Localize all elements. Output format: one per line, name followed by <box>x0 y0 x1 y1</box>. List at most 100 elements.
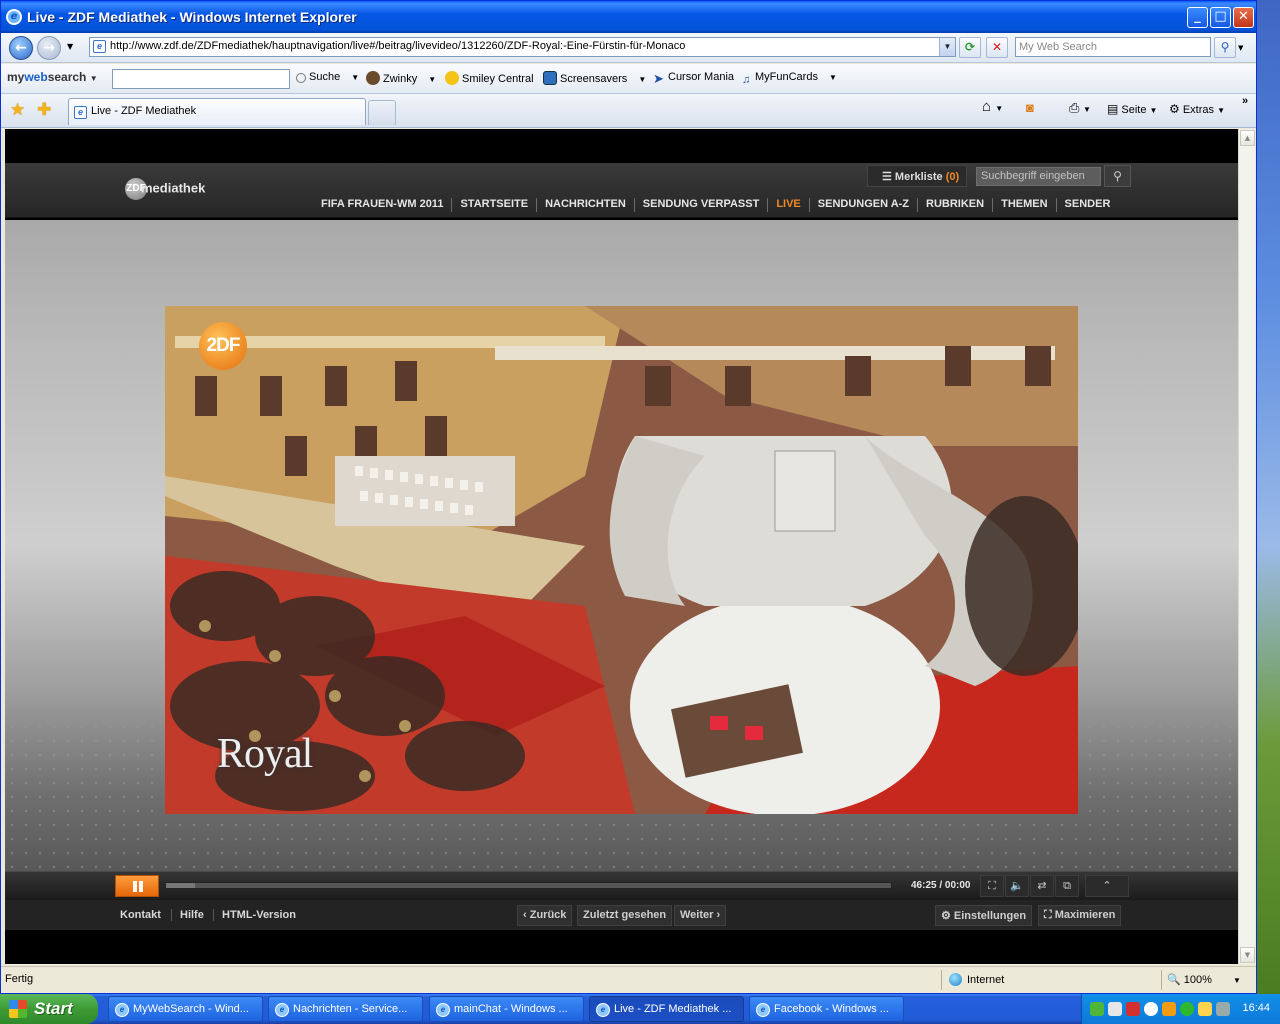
zoom-control[interactable]: 🔍 100% ▼ <box>1167 973 1241 986</box>
popout-icon[interactable]: ⧉ <box>1055 875 1079 897</box>
tray-icon-volume[interactable] <box>1108 1002 1122 1016</box>
tray-icon-network[interactable] <box>1198 1002 1212 1016</box>
clock: 16:44 <box>1242 1002 1270 1014</box>
zone-indicator: Internet <box>949 973 1004 986</box>
zdf-search-input[interactable]: Suchbegriff eingeben <box>976 167 1101 186</box>
refresh-button[interactable]: ⟳ <box>959 37 981 58</box>
taskbar-item[interactable]: e MyWebSearch - Wind... <box>108 996 263 1022</box>
url-dropdown-icon[interactable]: ▼ <box>939 38 955 56</box>
maximize-button[interactable]: □ <box>1210 7 1231 28</box>
minimize-button[interactable]: _ <box>1187 7 1208 28</box>
taskbar-item-label: mainChat - Windows ... <box>454 1003 568 1015</box>
player-controls: 46:25 / 00:00 ⛶ 🔈 ⇄ ⧉ ⌃ <box>5 871 1238 900</box>
web-search-input[interactable]: My Web Search <box>1015 37 1211 57</box>
close-button[interactable]: ✕ <box>1233 7 1254 28</box>
pause-button[interactable] <box>115 875 159 897</box>
smiley-icon <box>445 71 459 85</box>
back-button[interactable]: ← <box>9 36 33 60</box>
system-tray: 16:44 <box>1081 994 1280 1024</box>
title-bar[interactable]: e Live - ZDF Mediathek - Windows Interne… <box>1 1 1256 33</box>
footer-link-hilfe[interactable]: Hilfe <box>171 909 204 921</box>
nav-item-live[interactable]: LIVE <box>767 198 808 212</box>
url-text: http://www.zdf.de/ZDFmediathek/hauptnavi… <box>110 40 686 52</box>
quality-icon[interactable]: ⇄ <box>1030 875 1054 897</box>
scroll-up-icon[interactable]: ▲ <box>1240 130 1255 146</box>
status-bar: Fertig Internet 🔍 100% ▼ <box>1 966 1256 992</box>
nav-item-fifa-frauen-wm-2011[interactable]: FIFA FRAUEN-WM 2011 <box>313 198 451 212</box>
chevron-more-icon[interactable]: » <box>1242 95 1248 107</box>
start-button[interactable]: Start <box>0 994 98 1024</box>
url-input[interactable]: e http://www.zdf.de/ZDFmediathek/hauptna… <box>89 37 956 57</box>
taskbar-item[interactable]: e Nachrichten - Service... <box>268 996 423 1022</box>
einstellungen-button[interactable]: ⚙ Einstellungen <box>935 905 1033 926</box>
tab-live-zdf[interactable]: e Live - ZDF Mediathek <box>68 98 366 125</box>
extras-label: Extras <box>1182 104 1215 116</box>
seite-menu[interactable]: ▤ Seite ▼ <box>1107 102 1157 116</box>
screensavers-button[interactable]: Screensavers ▼ <box>543 71 646 85</box>
feeds-icon[interactable]: ◙ <box>1026 100 1034 115</box>
weiter-button[interactable]: Weiter › <box>674 905 727 926</box>
taskbar-item[interactable]: e mainChat - Windows ... <box>429 996 584 1022</box>
stop-button[interactable]: ✕ <box>986 37 1008 58</box>
cursor-mania-button[interactable]: ➤ Cursor Mania <box>653 71 734 86</box>
monitor-icon <box>543 71 557 85</box>
toolbar-search-input[interactable] <box>112 69 290 89</box>
volume-icon[interactable]: 🔈 <box>1005 875 1029 897</box>
forward-button[interactable]: → <box>37 36 61 60</box>
smiley-central-button[interactable]: Smiley Central <box>445 71 534 85</box>
tray-icon-misc[interactable] <box>1216 1002 1230 1016</box>
search-go-icon[interactable]: ⚲ <box>1214 37 1236 58</box>
fullscreen-icon[interactable]: ⛶ <box>980 875 1004 897</box>
history-dropdown-icon[interactable]: ▼ <box>67 42 73 51</box>
scroll-down-icon[interactable]: ▼ <box>1240 947 1255 963</box>
ie-logo-icon: e <box>6 9 22 25</box>
new-tab-button[interactable] <box>368 100 396 125</box>
suche-button[interactable]: Suche ▼ <box>296 71 359 83</box>
maximieren-button[interactable]: ⛶ Maximieren <box>1038 905 1122 926</box>
home-icon[interactable]: ⌂ ▼ <box>982 98 1003 115</box>
myfuncards-button[interactable]: ♫ MyFunCards ▼ <box>742 71 837 88</box>
tray-icon-messenger[interactable] <box>1162 1002 1176 1016</box>
seek-bar[interactable] <box>165 882 892 889</box>
windows-flag-icon <box>9 1000 27 1018</box>
zwinky-button[interactable]: Zwinky ▼ <box>366 71 436 85</box>
tray-icon-update[interactable] <box>1180 1002 1194 1016</box>
nav-item-sender[interactable]: SENDER <box>1055 198 1119 212</box>
desktop-edge <box>1256 0 1280 994</box>
zdf-search-icon[interactable]: ⚲ <box>1104 165 1131 187</box>
taskbar: Start e MyWebSearch - Wind... e Nachrichten… <box>0 994 1280 1024</box>
tab-label: Live - ZDF Mediathek <box>91 105 197 117</box>
nav-item-sendungen-a-z[interactable]: SENDUNGEN A-Z <box>808 198 917 212</box>
footer-link-html-version[interactable]: HTML-Version <box>213 909 296 921</box>
mywebsearch-logo[interactable]: mywebsearch ▼ <box>7 70 98 84</box>
footer-link-kontakt[interactable]: Kontakt <box>112 909 161 921</box>
nav-item-nachrichten[interactable]: NACHRICHTEN <box>536 198 634 212</box>
zurueck-button[interactable]: ‹ Zurück <box>517 905 573 926</box>
extras-menu[interactable]: ⚙ Extras ▼ <box>1169 102 1225 116</box>
magnifier-icon <box>296 73 306 83</box>
nav-item-sendung-verpasst[interactable]: SENDUNG VERPASST <box>633 198 768 212</box>
chevron-up-icon[interactable]: ⌃ <box>1085 875 1129 897</box>
nav-item-themen[interactable]: THEMEN <box>992 198 1055 212</box>
logo-part-3: search <box>47 70 87 84</box>
ie-taskbar-icon: e <box>436 1003 450 1017</box>
favorites-star-icon[interactable]: ★ <box>10 100 25 120</box>
ie-taskbar-icon: e <box>756 1003 770 1017</box>
vertical-scrollbar[interactable]: ▲ ▼ <box>1238 129 1255 964</box>
nav-item-startseite[interactable]: STARTSEITE <box>451 198 536 212</box>
merkliste-button[interactable]: ☰ Merkliste (0) <box>867 165 967 187</box>
tray-icon-panda[interactable] <box>1144 1002 1158 1016</box>
zdf-mediathek-logo[interactable]: ZDFmediathek <box>125 178 205 200</box>
video-frame[interactable]: 2DF Royal <box>165 306 1078 814</box>
zuletzt-gesehen-button[interactable]: Zuletzt gesehen <box>577 905 673 926</box>
tray-icon-antivirus[interactable] <box>1126 1002 1140 1016</box>
add-favorites-icon[interactable]: ✚ <box>37 100 51 120</box>
search-options-icon[interactable]: ▼ <box>1238 44 1243 52</box>
print-icon[interactable]: ⎙ ▼ <box>1069 100 1091 116</box>
taskbar-item[interactable]: e Facebook - Windows ... <box>749 996 904 1022</box>
taskbar-item[interactable]: e Live - ZDF Mediathek ... <box>589 996 744 1022</box>
nav-item-rubriken[interactable]: RUBRIKEN <box>917 198 992 212</box>
logo-part-1: my <box>7 70 25 84</box>
zwinky-icon <box>366 71 380 85</box>
tray-icon-shield[interactable] <box>1090 1002 1104 1016</box>
